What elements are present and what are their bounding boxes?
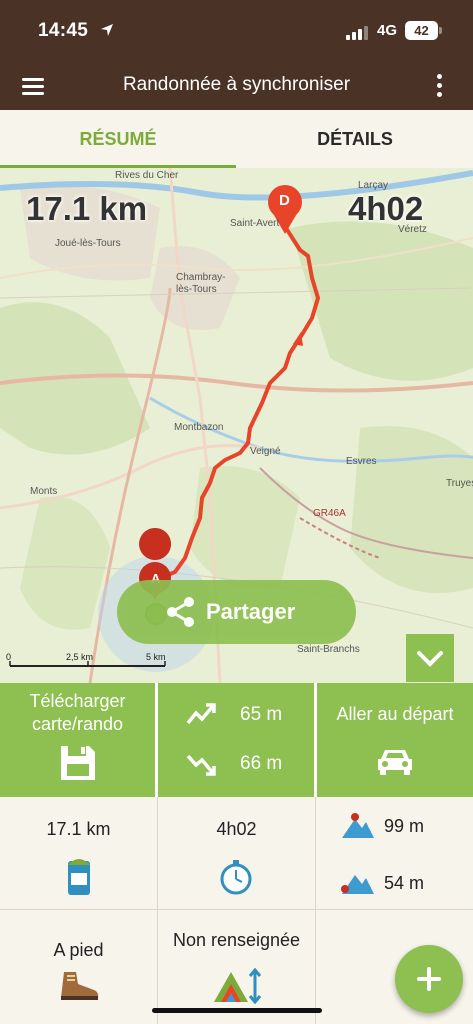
status-bar: 14:45 4G 42 bbox=[0, 0, 473, 62]
map-label: Joué-lès-Tours bbox=[55, 238, 121, 249]
map-label: Montbazon bbox=[174, 422, 224, 433]
share-label: Partager bbox=[206, 599, 296, 624]
collapse-map-button[interactable] bbox=[406, 634, 454, 682]
scale-label: 2,5 km bbox=[66, 652, 94, 662]
duration-value: 4h02 bbox=[216, 819, 257, 839]
tab-bar: RÉSUMÉ DÉTAILS bbox=[0, 110, 473, 168]
home-indicator bbox=[152, 1008, 322, 1013]
add-button[interactable] bbox=[395, 945, 463, 1013]
map-label: Veigné bbox=[250, 446, 281, 457]
car-icon bbox=[378, 750, 412, 775]
min-altitude-icon bbox=[341, 875, 374, 894]
map-label: Saint-Branchs bbox=[297, 644, 360, 655]
save-disk-icon bbox=[61, 746, 95, 780]
map-label: Esvres bbox=[346, 456, 377, 467]
min-altitude-value: 54 m bbox=[384, 873, 425, 893]
distance-cell: 17.1 km bbox=[0, 797, 158, 910]
chevron-down-icon bbox=[417, 651, 443, 667]
action-row: Télécharger carte/rando 65 m 66 m Aller … bbox=[0, 683, 473, 797]
more-options-button[interactable] bbox=[428, 70, 452, 102]
elevation-down-icon bbox=[186, 754, 216, 776]
network-type: 4G bbox=[377, 22, 398, 39]
map-label: Saint-Avert bbox=[230, 218, 280, 229]
plus-icon-vertical bbox=[427, 967, 431, 991]
elevation-loss: 66 m bbox=[240, 753, 283, 774]
elevation-gain: 65 m bbox=[240, 704, 283, 725]
location-arrow-icon bbox=[101, 24, 113, 36]
activity-cell: A pied bbox=[0, 910, 158, 1024]
tab-details[interactable]: DÉTAILS bbox=[237, 110, 473, 168]
signal-icon bbox=[346, 26, 370, 40]
distance-marker-icon bbox=[68, 859, 90, 895]
max-altitude-value: 99 m bbox=[384, 816, 425, 836]
distance-value: 17.1 km bbox=[46, 819, 111, 839]
duration-cell: 4h02 bbox=[158, 797, 316, 910]
battery-level: 42 bbox=[414, 23, 429, 38]
map-label: Monts bbox=[30, 486, 58, 497]
elevation-up-icon bbox=[186, 703, 216, 725]
status-time: 14:45 bbox=[38, 20, 89, 41]
map-label: Rives du Cher bbox=[115, 170, 179, 181]
scale-label: 5 km bbox=[146, 652, 166, 662]
map-distance: 17.1 km bbox=[26, 190, 148, 227]
map-view[interactable]: Rives du Cher Larçay Saint-Avert Véretz … bbox=[0, 168, 473, 683]
max-altitude-icon bbox=[342, 813, 374, 838]
difficulty-cell: Non renseignée bbox=[158, 910, 316, 1024]
activity-value: A pied bbox=[53, 940, 104, 960]
tab-resume[interactable]: RÉSUMÉ bbox=[0, 110, 236, 168]
hiking-boot-icon bbox=[61, 972, 99, 1000]
map-label: GR46A bbox=[313, 508, 346, 519]
go-to-start-button[interactable]: Aller au départ bbox=[317, 683, 473, 797]
page-title: Randonnée à synchroniser bbox=[122, 74, 351, 95]
share-button[interactable]: Partager bbox=[117, 580, 356, 644]
map-duration: 4h02 bbox=[348, 190, 424, 227]
map-label: Truyes bbox=[446, 478, 473, 489]
end-marker-label: D bbox=[279, 192, 290, 209]
share-icon bbox=[167, 597, 194, 627]
download-label: Télécharger carte/rando bbox=[29, 691, 126, 734]
download-button[interactable]: Télécharger carte/rando bbox=[0, 683, 155, 797]
go-to-start-label: Aller au départ bbox=[336, 704, 454, 724]
map-label: Chambray-lès-Tours bbox=[176, 272, 226, 295]
difficulty-icon bbox=[214, 968, 262, 1004]
altitude-cell: 99 m 54 m bbox=[316, 797, 473, 910]
app-bar: Randonnée à synchroniser bbox=[0, 62, 473, 110]
elevation-panel: 65 m 66 m bbox=[158, 683, 314, 797]
battery-tip bbox=[439, 27, 442, 34]
scale-label: 0 bbox=[6, 652, 12, 662]
difficulty-value: Non renseignée bbox=[172, 930, 301, 950]
stopwatch-icon bbox=[220, 860, 252, 895]
battery-icon: 42 bbox=[405, 21, 438, 40]
